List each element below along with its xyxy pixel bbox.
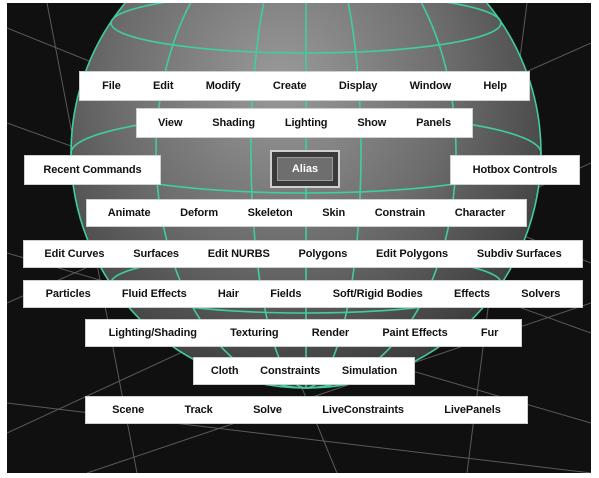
menu-track[interactable]: Track bbox=[184, 404, 212, 416]
menu-effects[interactable]: Effects bbox=[454, 288, 490, 300]
hotbox-row: View Shading Lighting Show Panels bbox=[136, 108, 473, 138]
menu-show[interactable]: Show bbox=[357, 117, 386, 129]
hotbox-row: Lighting/Shading Texturing Render Paint Eff… bbox=[85, 319, 522, 347]
hotbox-row: File Edit Modify Create Display Window Help bbox=[79, 71, 530, 101]
alias-marking-menu-button[interactable]: Alias bbox=[270, 150, 340, 188]
hotbox-row: Scene Track Solve LiveConstraints LivePanels bbox=[85, 396, 528, 424]
menu-soft-rigid-bodies[interactable]: Soft/Rigid Bodies bbox=[333, 288, 423, 300]
menu-fur[interactable]: Fur bbox=[481, 327, 499, 339]
menu-polygons[interactable]: Polygons bbox=[299, 248, 348, 260]
menu-fluid-effects[interactable]: Fluid Effects bbox=[122, 288, 187, 300]
menu-paint-effects[interactable]: Paint Effects bbox=[382, 327, 447, 339]
hotbox-row: Cloth Constraints Simulation bbox=[193, 357, 415, 385]
menu-solvers[interactable]: Solvers bbox=[521, 288, 560, 300]
hotbox-row: Edit Curves Surfaces Edit NURBS Polygons Edi… bbox=[23, 240, 583, 268]
menu-liveconstraints[interactable]: LiveConstraints bbox=[322, 404, 404, 416]
menu-constrain[interactable]: Constrain bbox=[375, 207, 426, 219]
menu-panels[interactable]: Panels bbox=[416, 117, 451, 129]
hotbox-row: Particles Fluid Effects Hair Fields Soft/Rig… bbox=[23, 280, 583, 308]
menu-livepanels[interactable]: LivePanels bbox=[444, 404, 501, 416]
menu-skeleton[interactable]: Skeleton bbox=[248, 207, 293, 219]
menu-create[interactable]: Create bbox=[273, 80, 307, 92]
menu-skin[interactable]: Skin bbox=[322, 207, 345, 219]
menu-scene[interactable]: Scene bbox=[112, 404, 144, 416]
menu-animate[interactable]: Animate bbox=[108, 207, 151, 219]
menu-deform[interactable]: Deform bbox=[180, 207, 218, 219]
menu-lighting[interactable]: Lighting bbox=[285, 117, 328, 129]
menu-surfaces[interactable]: Surfaces bbox=[133, 248, 179, 260]
menu-edit-polygons[interactable]: Edit Polygons bbox=[376, 248, 448, 260]
menu-help[interactable]: Help bbox=[483, 80, 507, 92]
menu-edit[interactable]: Edit bbox=[153, 80, 173, 92]
menu-fields[interactable]: Fields bbox=[270, 288, 301, 300]
menu-simulation[interactable]: Simulation bbox=[342, 365, 397, 377]
menu-file[interactable]: File bbox=[102, 80, 121, 92]
menu-texturing[interactable]: Texturing bbox=[230, 327, 279, 339]
menu-window[interactable]: Window bbox=[410, 80, 452, 92]
viewport[interactable]: File Edit Modify Create Display Window Help Vie… bbox=[7, 3, 591, 473]
menu-modify[interactable]: Modify bbox=[206, 80, 241, 92]
menu-cloth[interactable]: Cloth bbox=[211, 365, 239, 377]
alias-label: Alias bbox=[277, 157, 333, 181]
menu-render[interactable]: Render bbox=[312, 327, 349, 339]
menu-hotbox-controls[interactable]: Hotbox Controls bbox=[473, 164, 558, 176]
menu-shading[interactable]: Shading bbox=[212, 117, 255, 129]
menu-recent-commands[interactable]: Recent Commands bbox=[43, 164, 141, 176]
menu-display[interactable]: Display bbox=[339, 80, 378, 92]
menu-subdiv-surfaces[interactable]: Subdiv Surfaces bbox=[477, 248, 562, 260]
menu-constraints[interactable]: Constraints bbox=[260, 365, 320, 377]
hotbox-row: Hotbox Controls bbox=[450, 155, 580, 185]
menu-character[interactable]: Character bbox=[455, 207, 506, 219]
hotbox-row: Recent Commands bbox=[24, 155, 161, 185]
menu-view[interactable]: View bbox=[158, 117, 183, 129]
menu-lighting-shading[interactable]: Lighting/Shading bbox=[109, 327, 197, 339]
menu-hair[interactable]: Hair bbox=[218, 288, 239, 300]
hotbox-row: Animate Deform Skeleton Skin Constrain Charac… bbox=[86, 199, 527, 227]
menu-solve[interactable]: Solve bbox=[253, 404, 282, 416]
menu-edit-curves[interactable]: Edit Curves bbox=[44, 248, 104, 260]
menu-edit-nurbs[interactable]: Edit NURBS bbox=[208, 248, 270, 260]
menu-particles[interactable]: Particles bbox=[46, 288, 91, 300]
